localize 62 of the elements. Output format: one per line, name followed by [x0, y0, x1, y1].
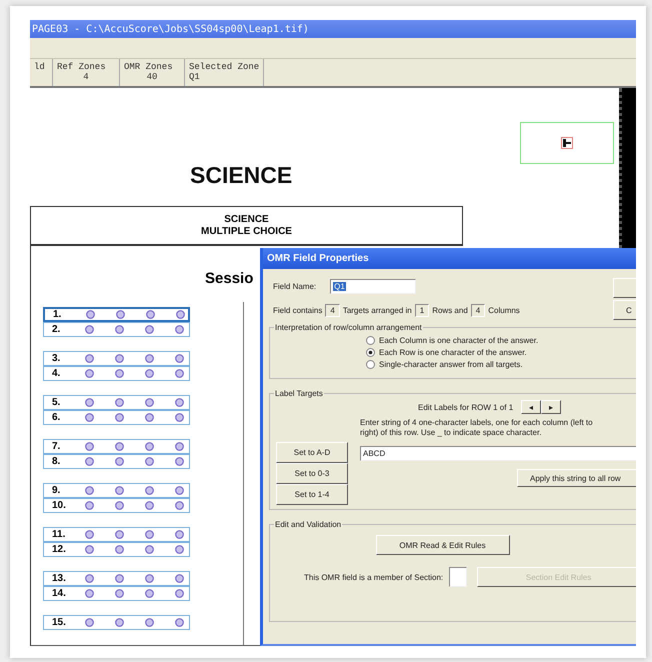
answer-zone[interactable]: 7. — [43, 439, 190, 454]
answer-zone[interactable]: 9. — [43, 483, 190, 498]
next-row-button[interactable]: ▸ — [541, 400, 562, 414]
field-name-input[interactable]: Q1 — [330, 278, 416, 294]
apply-all-button[interactable]: Apply this string to all row — [517, 469, 636, 487]
labels-input[interactable]: ABCD — [360, 446, 636, 461]
answer-zone[interactable]: 2. — [43, 322, 190, 337]
targets-label: Targets arranged in — [342, 306, 412, 314]
answer-bubble-icon — [85, 618, 94, 627]
answer-zone[interactable]: 12. — [43, 542, 190, 557]
rows-count: 1 — [414, 304, 430, 316]
dialog-title: OMR Field Properties — [263, 248, 636, 269]
answer-zone[interactable]: 14. — [43, 586, 190, 601]
columns-label: Columns — [488, 306, 520, 314]
columns-count: 4 — [470, 304, 486, 316]
group-title: Interpretation of row/column arrangement — [274, 323, 423, 332]
radio-option[interactable]: Each Row is one character of the answer. — [366, 346, 636, 358]
targets-count: 4 — [325, 304, 340, 316]
row-label: Edit Labels for ROW 1 of 1 — [418, 402, 514, 412]
section-header-text: MULTIPLE CHOICE — [201, 226, 292, 238]
instruction-text: Enter string of 4 one-character labels, one for each column (left to right) of this row. Use _ to indicate space character. — [360, 418, 594, 438]
answer-zone[interactable]: 10. — [43, 498, 190, 513]
section-header-text: SCIENCE — [224, 214, 269, 226]
section-label: This OMR field is a member of Section: — [304, 572, 444, 582]
field-contains-label: Field contains — [273, 306, 322, 314]
previous-row-button[interactable]: ◂ — [521, 400, 542, 414]
answer-zone[interactable]: 1. — [43, 307, 190, 322]
answer-bubble-icon — [175, 618, 184, 627]
status-cell: Ref Zones 4 — [53, 59, 120, 86]
window-title: PAGE03 - C:\AccuScore\Jobs\SS04sp00\Leap1.tif) — [32, 24, 309, 34]
answer-zone[interactable]: 5. — [43, 395, 190, 410]
field-name-label: Field Name: — [273, 282, 316, 290]
answer-zone[interactable]: 11. — [43, 527, 190, 542]
status-cell: Selected Zone Q1 — [185, 59, 264, 86]
answer-bubble-icon — [145, 618, 154, 627]
answer-zone[interactable]: 13. — [43, 571, 190, 586]
preset-button[interactable]: Set to A-D — [276, 442, 348, 463]
answer-zone[interactable]: 4. — [43, 366, 190, 381]
radio-option[interactable]: Each Column is one character of the answer. — [366, 334, 636, 346]
answer-zone[interactable]: 15. — [43, 615, 190, 630]
session-heading: Sessio — [205, 270, 254, 287]
rows-label: Rows and — [432, 306, 468, 314]
answer-zone[interactable]: 3. — [43, 351, 190, 366]
radio-icon[interactable] — [366, 336, 375, 344]
answer-bubble-icon — [115, 618, 124, 627]
preset-button[interactable]: Set to 1-4 — [276, 484, 348, 505]
status-cell: ld — [30, 59, 53, 86]
dialog-button[interactable] — [613, 278, 636, 298]
read-edit-rules-button[interactable]: OMR Read & Edit Rules — [376, 535, 510, 555]
answer-zone[interactable]: 6. — [43, 410, 190, 425]
cancel-button[interactable]: C — [613, 300, 636, 320]
group-title: Edit and Validation — [274, 520, 342, 529]
answer-zone[interactable]: 8. — [43, 454, 190, 469]
preset-button[interactable]: Set to 0-3 — [276, 463, 348, 484]
radio-icon[interactable] — [366, 348, 375, 356]
section-input[interactable] — [449, 567, 468, 587]
radio-option[interactable]: Single-character answer from all targets. — [366, 358, 636, 370]
radio-icon[interactable] — [366, 360, 375, 368]
page-heading: SCIENCE — [190, 162, 294, 190]
status-cell: OMR Zones 40 — [120, 59, 185, 86]
group-title: Label Targets — [274, 389, 324, 398]
registration-mark-icon — [561, 137, 573, 149]
